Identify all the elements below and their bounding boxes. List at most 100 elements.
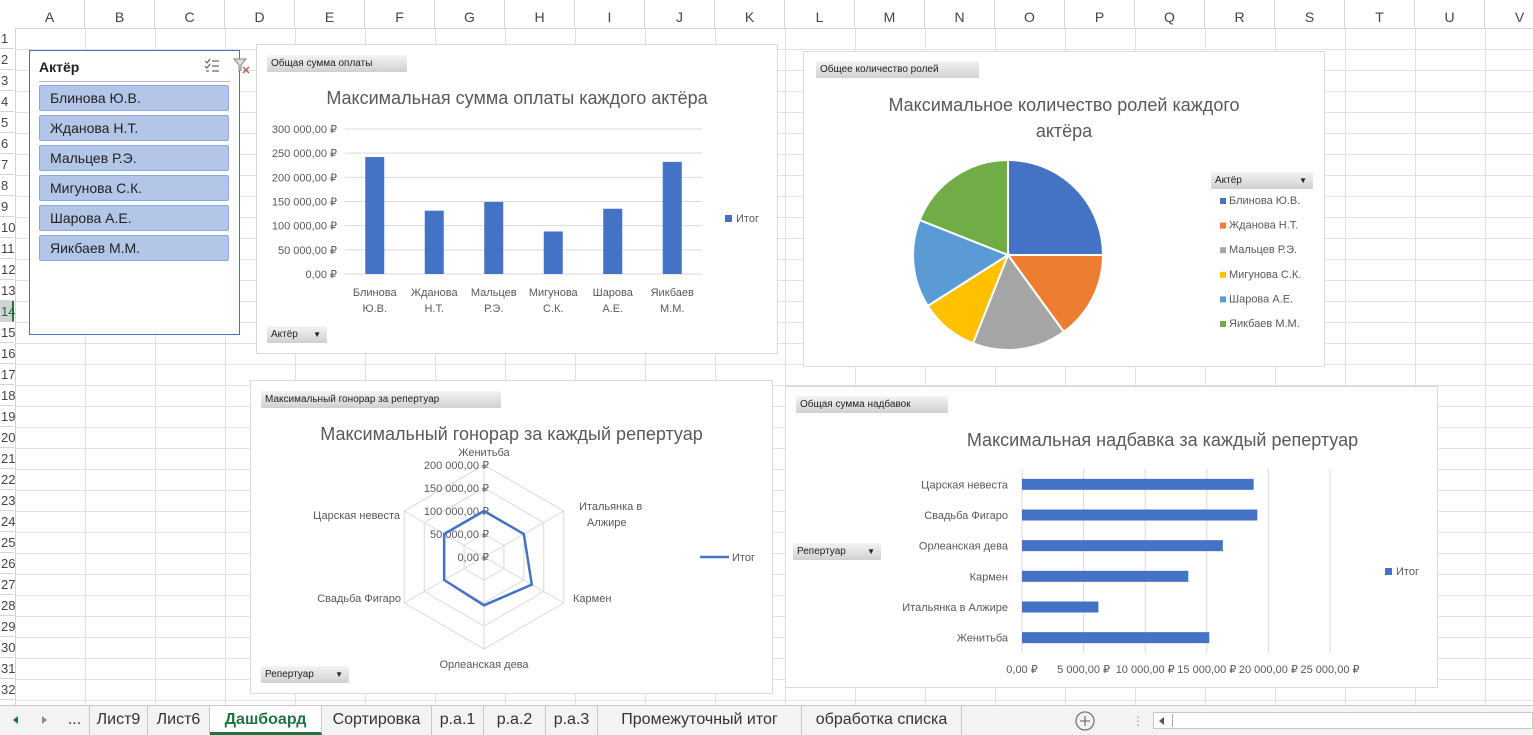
column-header[interactable]: M	[855, 0, 925, 28]
fee-radar-chart[interactable]: Максимальный гонорар за репертуар Максим…	[250, 380, 773, 694]
row-header[interactable]: 30	[0, 637, 15, 658]
bar	[1022, 540, 1223, 552]
sheet-tab[interactable]: Сортировка	[322, 706, 432, 735]
row-header[interactable]: 31	[0, 658, 15, 679]
sheet-tab[interactable]: р.а.3	[546, 706, 598, 735]
row-header[interactable]: 7	[0, 154, 14, 175]
row-header[interactable]: 6	[0, 133, 14, 154]
sheet-tab[interactable]: Дашбоард	[210, 706, 322, 735]
more-tabs-button[interactable]: ...	[60, 706, 90, 735]
row-header[interactable]: 2	[0, 49, 14, 70]
slicer-item[interactable]: Мигунова С.К.	[39, 175, 229, 201]
clear-filter-icon[interactable]	[233, 57, 251, 75]
row-header[interactable]: 15	[0, 322, 15, 343]
slicer-item[interactable]: Шарова А.Е.	[39, 205, 229, 231]
scroll-left-icon[interactable]	[10, 714, 22, 726]
column-header[interactable]: U	[1415, 0, 1485, 28]
roles-pie-chart[interactable]: Общее количество ролей Максимальное коли…	[803, 51, 1325, 367]
slicer-item[interactable]: Мальцев Р.Э.	[39, 145, 229, 171]
axis-field-button[interactable]: Актёр ▼	[267, 326, 327, 343]
column-header[interactable]: C	[155, 0, 225, 28]
column-header[interactable]: L	[785, 0, 855, 28]
sheet-tab[interactable]: обработка списка	[802, 706, 962, 735]
column-header[interactable]: S	[1275, 0, 1345, 28]
column-header[interactable]: K	[715, 0, 785, 28]
column-header[interactable]: P	[1065, 0, 1135, 28]
row-header[interactable]: 13	[0, 280, 15, 301]
row-header-bar: 1 2 3 4 5 6 7 8 9 10 11 12 13 14 15 16 17 18 19 20 21 22 23 24 2…	[0, 28, 16, 705]
row-header[interactable]: 29	[0, 616, 15, 637]
column-header[interactable]: B	[85, 0, 155, 28]
scrollbar-left-arrow-icon	[1159, 717, 1164, 725]
row-header[interactable]: 17	[0, 364, 15, 385]
slicer-item[interactable]: Яикбаев М.М.	[39, 235, 229, 261]
column-header[interactable]: F	[365, 0, 435, 28]
row-header[interactable]: 23	[0, 490, 15, 511]
column-header[interactable]: D	[225, 0, 295, 28]
row-header[interactable]: 9	[0, 196, 14, 217]
column-header[interactable]: E	[295, 0, 365, 28]
row-header[interactable]: 19	[0, 406, 15, 427]
row-header[interactable]: 4	[0, 91, 14, 112]
radar-plot: 0,00 ₽ 50 000,00 ₽ 100 000,00 ₽ 150 000,00 …	[313, 447, 755, 671]
salary-bar-chart[interactable]: Общая сумма оплаты Максимальная сумма оп…	[256, 44, 778, 354]
row-header[interactable]: 28	[0, 595, 15, 616]
x-tick-label: 5 000,00 ₽	[1057, 664, 1110, 676]
sheet-tab[interactable]: Лист6	[148, 706, 210, 735]
hbar-plot: 0,00 ₽ 5 000,00 ₽ 10 000,00 ₽15 000,00 ₽20…	[902, 469, 1419, 676]
row-header[interactable]: 14	[0, 301, 15, 322]
sheet-tab[interactable]: Промежуточный итог	[598, 706, 802, 735]
row-header[interactable]: 1	[0, 28, 14, 49]
row-header[interactable]: 3	[0, 70, 14, 91]
column-header[interactable]: Q	[1135, 0, 1205, 28]
row-header[interactable]: 16	[0, 343, 15, 364]
legend-label: Шарова А.Е.	[1229, 293, 1293, 305]
row-header[interactable]: 18	[0, 385, 15, 406]
x-tick-label: 20 000,00 ₽	[1239, 664, 1298, 676]
axis-field-button[interactable]: Репертуар ▼	[793, 543, 881, 560]
row-header[interactable]: 10	[0, 217, 15, 238]
column-header[interactable]: G	[435, 0, 505, 28]
legend-label: Итог	[736, 213, 759, 225]
sheet-tab[interactable]: р.а.2	[484, 706, 546, 735]
multi-select-icon[interactable]	[203, 57, 221, 75]
row-header[interactable]: 22	[0, 469, 15, 490]
worksheet-grid[interactable]: ABCDEFGHIJKLMNOPQRSTUV 1 2 3 4 5 6 7 8 9 10 11 12 13…	[0, 0, 1533, 705]
horizontal-scrollbar[interactable]	[1153, 712, 1533, 729]
row-header[interactable]: 11	[0, 238, 15, 259]
y-tick-label: Царская невеста	[921, 479, 1009, 491]
column-header[interactable]: R	[1205, 0, 1275, 28]
splitter-grip-icon[interactable]: ⋮	[1132, 714, 1144, 728]
axis-field-button[interactable]: Репертуар ▼	[261, 666, 349, 683]
row-header[interactable]: 26	[0, 553, 15, 574]
column-header[interactable]: O	[995, 0, 1065, 28]
column-header[interactable]: A	[15, 0, 85, 28]
column-header[interactable]: N	[925, 0, 995, 28]
row-header[interactable]: 27	[0, 574, 15, 595]
column-header[interactable]: V	[1485, 0, 1533, 28]
scrollbar-thumb[interactable]	[1172, 714, 1513, 727]
scroll-right-icon[interactable]	[38, 714, 50, 726]
slicer-item[interactable]: Блинова Ю.В.	[39, 85, 229, 111]
row-header[interactable]: 20	[0, 427, 15, 448]
bonus-hbar-chart[interactable]: Общая сумма надбавок Максимальная надбав…	[785, 386, 1438, 688]
column-header[interactable]: H	[505, 0, 575, 28]
row-header[interactable]: 8	[0, 175, 14, 196]
column-header[interactable]: J	[645, 0, 715, 28]
column-header[interactable]: T	[1345, 0, 1415, 28]
row-header[interactable]: 21	[0, 448, 15, 469]
row-header[interactable]: 32	[0, 679, 15, 700]
row-header[interactable]: 25	[0, 532, 15, 553]
legend-field-button[interactable]: Актёр ▼	[1211, 172, 1313, 189]
actor-slicer[interactable]: Актёр Блинова Ю.В. Жданова Н.Т. Мальцев Р.…	[29, 50, 250, 335]
slicer-divider	[39, 81, 230, 82]
slicer-item[interactable]: Жданова Н.Т.	[39, 115, 229, 141]
row-header[interactable]: 5	[0, 112, 14, 133]
sheet-tab[interactable]: р.а.1	[432, 706, 484, 735]
row-header[interactable]: 24	[0, 511, 15, 532]
legend-swatch	[1220, 222, 1226, 229]
column-header[interactable]: I	[575, 0, 645, 28]
add-sheet-icon[interactable]	[1074, 710, 1096, 732]
sheet-tab[interactable]: Лист9	[90, 706, 148, 735]
row-header[interactable]: 12	[0, 259, 15, 280]
